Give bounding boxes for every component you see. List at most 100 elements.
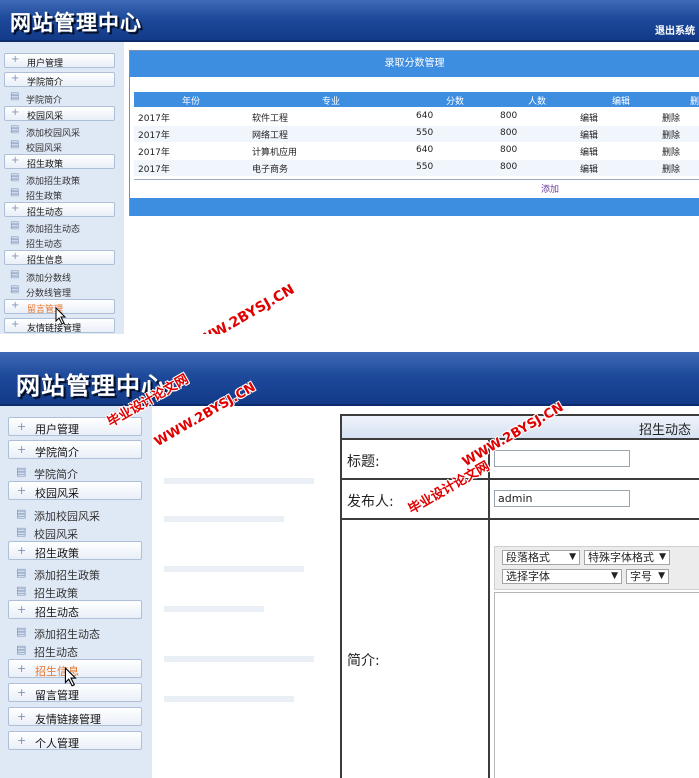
- sidebar-subitem-policy[interactable]: ▤ 招生政策: [8, 582, 142, 601]
- sidebar-item-enroll-info[interactable]: + 招生信息: [4, 250, 115, 266]
- sidebar-subitem-news[interactable]: ▤ 招生动态: [4, 235, 115, 250]
- sidebar-subitem-add-campus[interactable]: ▤ 添加校园风采: [8, 505, 142, 524]
- list-icon: ▤: [16, 643, 27, 656]
- sidebar-item-user-mgmt[interactable]: + 用户管理: [4, 53, 115, 69]
- panel-footer: [130, 198, 699, 216]
- blurred-line: [164, 478, 314, 484]
- list-icon: ▤: [10, 284, 20, 295]
- list-icon: ▤: [16, 465, 27, 478]
- plus-icon: +: [11, 203, 20, 214]
- plus-icon: +: [17, 662, 27, 675]
- brand-title: 网站管理中心: [10, 11, 142, 35]
- rich-text-editor[interactable]: [494, 592, 699, 778]
- sidebar-subitem-campus[interactable]: ▤ 校园风采: [8, 523, 142, 542]
- edit-link[interactable]: 编辑: [580, 162, 598, 175]
- intro-label: 简介:: [347, 653, 380, 669]
- plus-icon: +: [17, 420, 27, 433]
- table-row: 2017年 计算机应用 640 800 编辑 删除: [138, 145, 681, 158]
- sidebar-item-campus[interactable]: + 校园风采: [8, 481, 142, 500]
- delete-link[interactable]: 删除: [662, 145, 680, 158]
- editor-toolbar: 段落格式 ▼ 特殊字体格式 ▼ 选择字体 ▼ 字号 ▼: [494, 546, 699, 590]
- sidebar-subitem-college-intro[interactable]: ▤ 学院简介: [8, 463, 142, 482]
- blurred-content-area: [152, 406, 340, 778]
- sidebar-subitem-add-score[interactable]: ▤ 添加分数线: [4, 269, 115, 284]
- title-input[interactable]: [494, 450, 630, 467]
- plus-icon: +: [17, 603, 27, 616]
- col-year: 年份: [182, 97, 201, 107]
- sidebar-subitem-college-intro[interactable]: ▤ 学院简介: [4, 91, 115, 106]
- list-icon: ▤: [10, 187, 20, 198]
- delete-link[interactable]: 删除: [662, 111, 680, 124]
- spacer: [130, 77, 699, 92]
- add-link[interactable]: 添加: [541, 182, 559, 195]
- sidebar-item-links[interactable]: + 友情链接管理: [8, 707, 142, 726]
- sidebar-item-college-intro[interactable]: + 学院简介: [8, 440, 142, 459]
- sidebar-item-news[interactable]: + 招生动态: [4, 202, 115, 218]
- table-row: 2017年 软件工程 640 800 编辑 删除: [138, 111, 681, 124]
- list-icon: ▤: [10, 91, 20, 102]
- blurred-line: [164, 566, 304, 572]
- logout-link[interactable]: 退出系统: [655, 22, 695, 37]
- sidebar-subitem-score-mgmt[interactable]: ▤ 分数线管理: [4, 284, 115, 299]
- plus-icon: +: [11, 251, 20, 262]
- font-size-select[interactable]: 字号 ▼: [626, 569, 669, 584]
- plus-icon: +: [11, 54, 20, 65]
- list-icon: ▤: [10, 124, 20, 135]
- dropdown-arrow-icon: ▼: [611, 571, 618, 581]
- delete-link[interactable]: 删除: [662, 162, 680, 175]
- intro-row: 简介: 段落格式 ▼ 特殊字体格式 ▼ 选择字体 ▼ 字号 ▼: [342, 520, 699, 778]
- sidebar-item-personal[interactable]: + 个人管理: [8, 731, 142, 750]
- col-edit: 编辑: [612, 97, 631, 107]
- form-title: 招生动态: [638, 423, 691, 438]
- publisher-input[interactable]: [494, 490, 630, 507]
- sidebar-subitem-add-policy[interactable]: ▤ 添加招生政策: [4, 172, 115, 187]
- dropdown-arrow-icon: ▼: [569, 552, 576, 562]
- plus-icon: +: [11, 155, 20, 166]
- sidebar-subitem-news[interactable]: ▤ 招生动态: [8, 641, 142, 660]
- plus-icon: +: [17, 544, 27, 557]
- dropdown-arrow-icon: ▼: [659, 552, 666, 562]
- sidebar-item-policy[interactable]: + 招生政策: [4, 154, 115, 170]
- plus-icon: +: [11, 107, 20, 118]
- sidebar-subitem-policy[interactable]: ▤ 招生政策: [4, 187, 115, 202]
- top-header: 网站管理中心 退出系统: [0, 0, 699, 42]
- blurred-line: [164, 656, 314, 662]
- table-row: 2017年 网络工程 550 800 编辑 删除: [134, 126, 699, 142]
- news-form: 招生动态 标题: 发布人: 简介: 段落格式▼ 特殊字体格式▼ 选择字体▼ 字号…: [340, 414, 699, 778]
- sidebar-subitem-add-news[interactable]: ▤ 添加招生动态: [8, 623, 142, 642]
- sidebar-item-policy[interactable]: + 招生政策: [8, 541, 142, 560]
- sidebar-subitem-campus[interactable]: ▤ 校园风采: [4, 139, 115, 154]
- sidebar-menu: + 用户管理 + 学院简介 ▤ 学院简介 + 校园风采 ▤ 添加校园风采 ▤ 校园风采 + 招…: [0, 42, 124, 334]
- delete-link[interactable]: 删除: [662, 128, 680, 141]
- special-format-select[interactable]: 特殊字体格式 ▼: [584, 550, 670, 565]
- news-edit-screen: 网站管理中心 + 用户管理 + 学院简介 ▤ 学院简介 + 校园风采 ▤ 添加校园风采 ▤…: [0, 352, 699, 778]
- plus-icon: +: [17, 710, 27, 723]
- edit-link[interactable]: 编辑: [580, 145, 598, 158]
- col-score: 分数: [446, 97, 465, 107]
- dropdown-arrow-icon: ▼: [658, 571, 665, 581]
- sidebar-subitem-add-news[interactable]: ▤ 添加招生动态: [4, 220, 115, 235]
- plus-icon: +: [17, 686, 27, 699]
- sidebar-subitem-add-campus[interactable]: ▤ 添加校园风采: [4, 124, 115, 139]
- edit-link[interactable]: 编辑: [580, 111, 598, 124]
- table-header: 年份 专业 分数 人数 编辑 删除: [134, 92, 699, 107]
- score-management-panel: 录取分数管理 年份 专业 分数 人数 编辑 删除 2017年 软件工程 640 …: [129, 50, 699, 216]
- publisher-label: 发布人:: [347, 494, 394, 510]
- plus-icon: +: [11, 300, 20, 311]
- font-select[interactable]: 选择字体 ▼: [502, 569, 622, 584]
- sidebar-item-college-intro[interactable]: + 学院简介: [4, 72, 115, 88]
- title-row: 标题:: [342, 440, 699, 480]
- table-row: 2017年 电子商务 550 800 编辑 删除: [134, 160, 699, 176]
- list-icon: ▤: [10, 139, 20, 150]
- plus-icon: +: [11, 73, 20, 84]
- edit-link[interactable]: 编辑: [580, 128, 598, 141]
- paragraph-format-select[interactable]: 段落格式 ▼: [502, 550, 580, 565]
- blurred-line: [164, 516, 284, 522]
- sidebar-item-campus[interactable]: + 校园风采: [4, 106, 115, 122]
- sidebar-subitem-add-policy[interactable]: ▤ 添加招生政策: [8, 564, 142, 583]
- sidebar-item-news[interactable]: + 招生动态: [8, 600, 142, 619]
- col-count: 人数: [528, 97, 547, 107]
- plus-icon: +: [17, 734, 27, 747]
- plus-icon: +: [17, 484, 27, 497]
- list-icon: ▤: [10, 269, 20, 280]
